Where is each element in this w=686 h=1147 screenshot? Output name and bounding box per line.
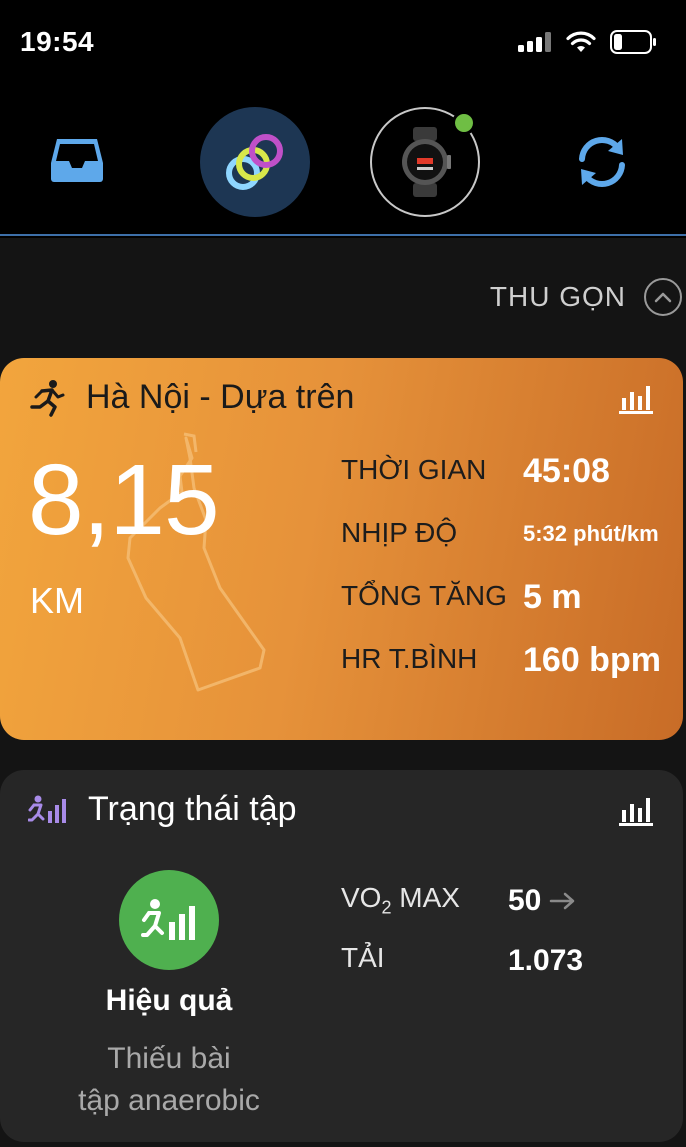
bar-chart-icon[interactable]	[619, 384, 653, 414]
status-badge	[119, 870, 219, 970]
status-bar: 19:54	[0, 0, 686, 90]
inbox-icon	[51, 139, 103, 182]
vo2max-label: VO2 MAX	[341, 882, 460, 918]
load-value: 1.073	[508, 944, 584, 977]
collapse-toggle[interactable]: THU GỌN	[490, 278, 682, 316]
content-area: THU GỌN Hà Nội - Dựa trên 8,15 KM THỜI G…	[0, 238, 686, 1147]
device-connected-indicator	[452, 111, 476, 135]
sync-button[interactable]	[572, 132, 632, 192]
vo2max-value: 50	[508, 884, 577, 918]
running-icon	[30, 379, 65, 417]
top-navigation	[0, 90, 686, 236]
activity-header: Hà Nội - Dựa trên	[28, 378, 354, 417]
stat-label: TỔNG TĂNG	[341, 580, 507, 611]
arrow-right-icon	[550, 892, 575, 910]
sync-icon	[579, 136, 625, 188]
load-label: TẢI	[341, 942, 385, 973]
activity-title: Hà Nội - Dựa trên	[86, 378, 355, 416]
training-header: Trạng thái tập	[28, 790, 297, 829]
connect-button[interactable]	[200, 107, 310, 217]
bar-chart-icon[interactable]	[619, 796, 653, 826]
stat-label: HR T.BÌNH	[341, 643, 478, 674]
stat-value: 5:32 phút/km	[523, 521, 659, 546]
training-title: Trạng thái tập	[88, 790, 297, 828]
device-button[interactable]	[370, 107, 480, 217]
chevron-up-icon[interactable]	[644, 278, 682, 316]
stat-value: 160 bpm	[523, 641, 661, 679]
distance-unit: KM	[30, 580, 84, 621]
stat-label: NHỊP ĐỘ	[341, 517, 458, 548]
connect-icon	[226, 134, 283, 190]
status-icons	[518, 30, 658, 54]
training-status-icon	[28, 795, 66, 823]
status-time: 19:54	[20, 26, 95, 57]
stat-value: 5 m	[523, 578, 582, 616]
distance-value: 8,15	[28, 444, 220, 556]
status-name: Hiệu quả	[105, 984, 233, 1017]
status-description-line: tập anaerobic	[78, 1084, 260, 1117]
training-status-card[interactable]: Trạng thái tập Hiệu quả Thiếu bài tập an…	[0, 770, 683, 1142]
inbox-button[interactable]	[48, 132, 106, 188]
status-description: Thiếu bài tập anaerobic	[0, 1038, 338, 1122]
collapse-label: THU GỌN	[489, 281, 626, 312]
battery-icon	[610, 30, 656, 54]
stat-value: 45:08	[523, 452, 610, 490]
watch-device-icon	[402, 127, 451, 197]
stat-label: THỜI GIAN	[341, 454, 487, 485]
wifi-icon	[566, 31, 596, 52]
cellular-signal-icon	[518, 32, 551, 52]
activity-card[interactable]: Hà Nội - Dựa trên 8,15 KM THỜI GIAN 45:0…	[0, 358, 683, 740]
training-status-icon	[141, 899, 195, 940]
status-description-line: Thiếu bài	[107, 1042, 231, 1075]
